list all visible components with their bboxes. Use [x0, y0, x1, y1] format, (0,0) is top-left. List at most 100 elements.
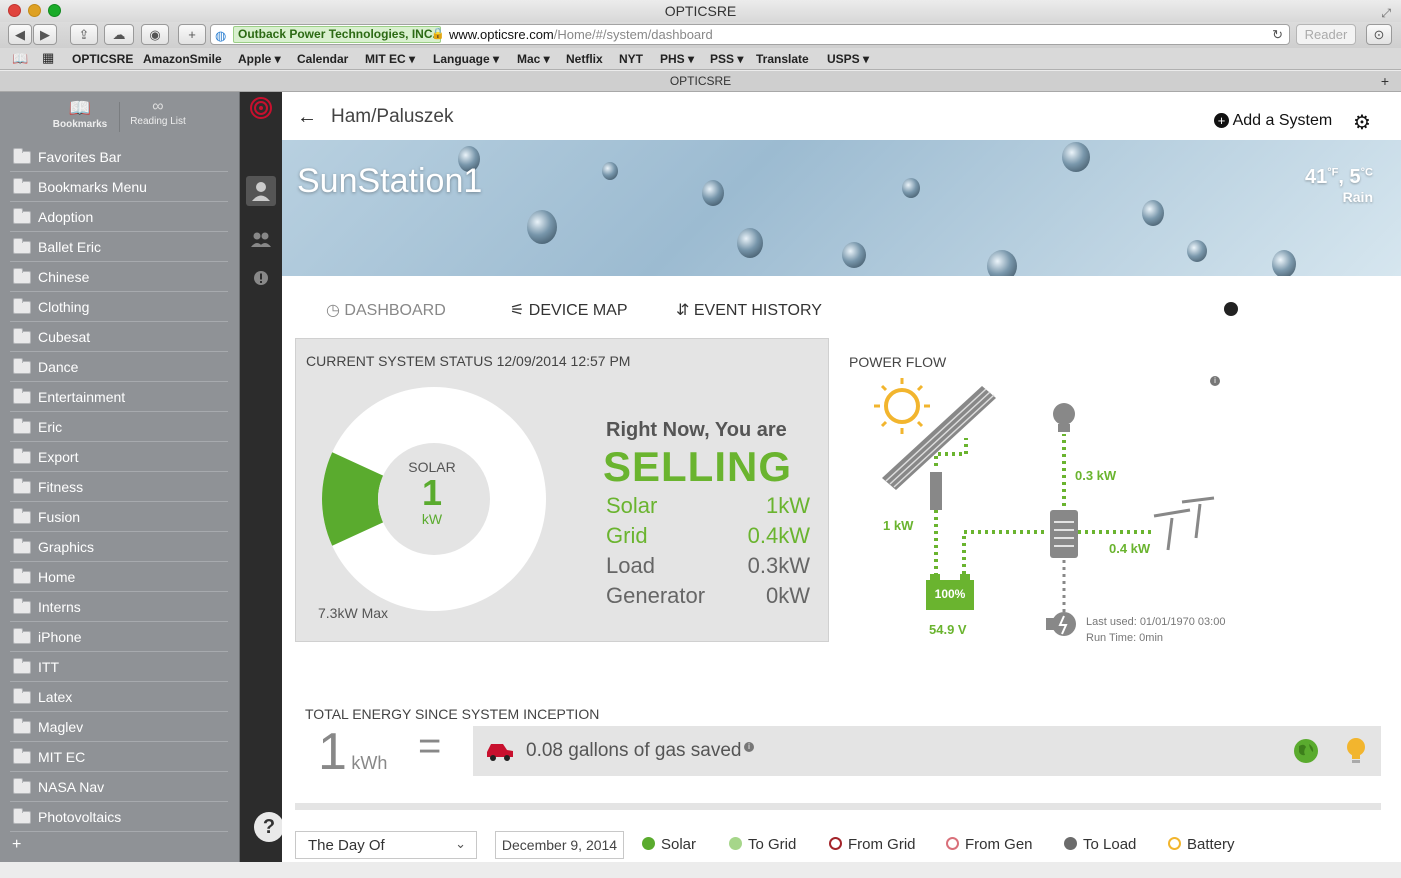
bookmark-language[interactable]: Language ▾: [433, 52, 499, 66]
folder-icon: [13, 628, 31, 644]
app-nav: ?: [240, 92, 284, 862]
book-icon: 📖: [68, 98, 92, 118]
sidebar-item-nasa-nav[interactable]: NASA Nav: [0, 772, 240, 802]
bookmark-mit-ec[interactable]: MIT EC ▾: [365, 52, 415, 66]
bookmark-amazonsmile[interactable]: AmazonSmile: [143, 52, 222, 66]
tab-dashboard[interactable]: ◷ DASHBOARD: [326, 300, 446, 320]
add-system-button[interactable]: + Add a System: [1214, 112, 1332, 130]
tab-reading-list[interactable]: ∞ Reading List: [118, 98, 198, 127]
share-button[interactable]: ⇪: [70, 24, 98, 45]
breadcrumb[interactable]: Ham/Paluszek: [331, 106, 454, 128]
raindrop-decor: [602, 162, 618, 180]
sidebar-item-dance[interactable]: Dance: [0, 352, 240, 382]
battery-voltage: 54.9 V: [929, 622, 967, 637]
reading-list-icon[interactable]: 📖: [12, 51, 28, 67]
sidebar-item-label: NASA Nav: [38, 779, 105, 795]
weather-condition: Rain: [1342, 189, 1373, 205]
legend-dot-icon: [642, 837, 655, 850]
reload-icon[interactable]: ↻: [1272, 25, 1283, 44]
tab-opticsre[interactable]: OPTICSRE: [670, 74, 731, 88]
sidebar-item-eric[interactable]: Eric: [0, 412, 240, 442]
top-sites-icon[interactable]: ▦: [42, 50, 54, 66]
legend-item-from-grid[interactable]: From Grid: [829, 836, 916, 853]
sidebar-item-photovoltaics[interactable]: Photovoltaics: [0, 802, 240, 832]
lightbulb-icon[interactable]: [1345, 736, 1367, 766]
globe-icon[interactable]: [1293, 738, 1319, 764]
raindrop-decor: [1272, 250, 1296, 276]
tab-bookmarks[interactable]: 📖 Bookmarks: [40, 98, 120, 130]
sidebar-item-chinese[interactable]: Chinese: [0, 262, 240, 292]
status-row-value: 1kW: [766, 493, 810, 518]
add-bookmark-button[interactable]: +: [12, 836, 21, 854]
downloads-button[interactable]: ⊙: [1366, 24, 1392, 45]
sidebar-item-label: Adoption: [38, 209, 94, 225]
icloud-tabs-button[interactable]: ☁: [104, 24, 134, 45]
energy-total: 1 kWh: [318, 722, 387, 782]
status-dot-icon: [1224, 302, 1238, 316]
users-icon[interactable]: [250, 230, 272, 248]
new-tab-button[interactable]: +: [178, 24, 206, 45]
legend-item-to-load[interactable]: To Load: [1064, 836, 1136, 853]
gear-icon[interactable]: ⚙: [1353, 110, 1371, 135]
sidebar-item-cubesat[interactable]: Cubesat: [0, 322, 240, 352]
minimize-window-button[interactable]: [28, 4, 41, 17]
legend-item-battery[interactable]: Battery: [1168, 836, 1235, 853]
close-window-button[interactable]: [8, 4, 21, 17]
back-button[interactable]: ◀: [8, 24, 32, 45]
new-tab-plus-icon[interactable]: +: [1381, 71, 1389, 91]
legend-item-solar[interactable]: Solar: [642, 836, 696, 853]
fullscreen-icon[interactable]: ⤢: [1381, 2, 1391, 24]
legend-item-to-grid[interactable]: To Grid: [729, 836, 796, 853]
user-icon[interactable]: [246, 176, 276, 206]
reader-button[interactable]: Reader: [1296, 24, 1356, 45]
bookmark-mac[interactable]: Mac ▾: [517, 52, 550, 66]
sidebar-item-clothing[interactable]: Clothing: [0, 292, 240, 322]
sidebar-item-label: MIT EC: [38, 749, 86, 765]
ev-certificate-badge[interactable]: Outback Power Technologies, INC.: [233, 26, 441, 43]
zoom-window-button[interactable]: [48, 4, 61, 17]
tab-device-map[interactable]: ⚟ DEVICE MAP: [510, 300, 627, 320]
back-arrow-icon[interactable]: ←: [297, 106, 317, 129]
legend-item-from-gen[interactable]: From Gen: [946, 836, 1033, 853]
tab-reading-list-label: Reading List: [130, 116, 186, 127]
gas-info-icon[interactable]: i: [744, 742, 754, 752]
bookmark-opticsre[interactable]: OPTICSRE: [72, 52, 133, 66]
sidebar-item-fitness[interactable]: Fitness: [0, 472, 240, 502]
sidebar-item-adoption[interactable]: Adoption: [0, 202, 240, 232]
sidebar-item-graphics[interactable]: Graphics: [0, 532, 240, 562]
bookmark-pss[interactable]: PSS ▾: [710, 52, 743, 66]
tab-event-history[interactable]: ⇵ EVENT HISTORY: [676, 300, 822, 320]
sidebar-item-ballet-eric[interactable]: Ballet Eric: [0, 232, 240, 262]
range-select[interactable]: The Day Of ⌄: [295, 831, 477, 859]
date-input[interactable]: December 9, 2014: [495, 831, 624, 859]
address-bar[interactable]: ◍ Outback Power Technologies, INC. 🔒 www…: [210, 24, 1290, 45]
sidebar-item-entertainment[interactable]: Entertainment: [0, 382, 240, 412]
sidebar-item-mit-ec[interactable]: MIT EC: [0, 742, 240, 772]
bookmark-apple[interactable]: Apple ▾: [238, 52, 281, 66]
bookmark-nyt[interactable]: NYT: [619, 52, 643, 66]
sidebar-item-maglev[interactable]: Maglev: [0, 712, 240, 742]
sidebar-item-fusion[interactable]: Fusion: [0, 502, 240, 532]
sidebar-item-itt[interactable]: ITT: [0, 652, 240, 682]
sidebar-item-iphone[interactable]: iPhone: [0, 622, 240, 652]
sun-icon: [874, 378, 930, 434]
sidebar-item-latex[interactable]: Latex: [0, 682, 240, 712]
bookmark-phs[interactable]: PHS ▾: [660, 52, 694, 66]
alert-icon[interactable]: [253, 270, 269, 286]
sidebar-item-export[interactable]: Export: [0, 442, 240, 472]
bookmark-netflix[interactable]: Netflix: [566, 52, 603, 66]
help-button[interactable]: ?: [254, 812, 284, 842]
bookmarks-sidebar: 📖 Bookmarks ∞ Reading List Favorites Bar…: [0, 92, 240, 862]
sidebar-item-bookmarks-menu[interactable]: Bookmarks Menu: [0, 172, 240, 202]
sidebar-item-interns[interactable]: Interns: [0, 592, 240, 622]
sidebar-item-label: Bookmarks Menu: [38, 179, 147, 195]
forward-button[interactable]: ▶: [33, 24, 57, 45]
sidebar-item-home[interactable]: Home: [0, 562, 240, 592]
logo-icon[interactable]: [249, 96, 273, 120]
shield-icon[interactable]: ◉: [141, 24, 169, 45]
bookmark-usps[interactable]: USPS ▾: [827, 52, 869, 66]
bookmark-translate[interactable]: Translate: [756, 52, 809, 66]
flow-state: SELLING: [603, 443, 793, 490]
bookmark-calendar[interactable]: Calendar: [297, 52, 348, 66]
sidebar-item-favorites-bar[interactable]: Favorites Bar: [0, 142, 240, 172]
